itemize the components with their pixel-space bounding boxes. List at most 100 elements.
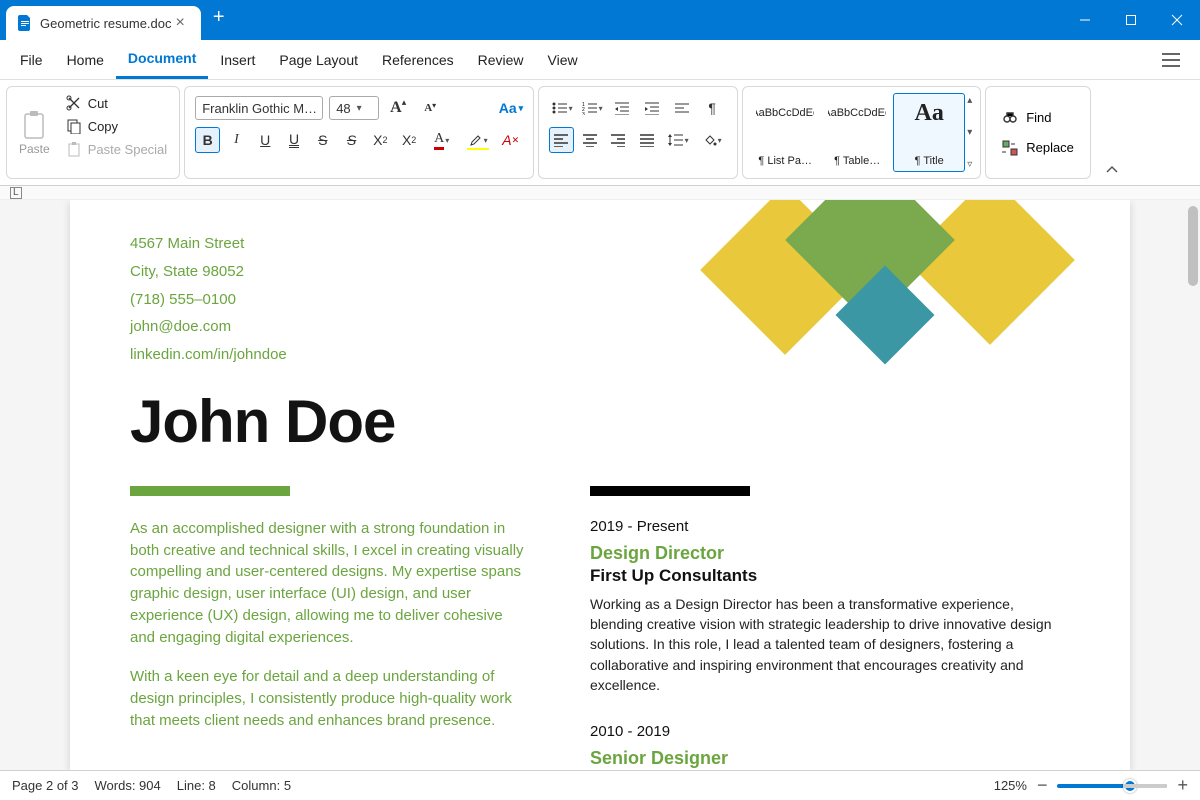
style-table[interactable]: AaBbCcDdEe ¶ Table… [821,93,893,172]
summary-paragraph-1: As an accomplished designer with a stron… [130,518,530,649]
paragraph-group: ▾ 123▾ ¶ ▾ ▾ [538,86,738,179]
zoom-out-button[interactable]: − [1037,775,1048,796]
close-tab-icon[interactable]: × [172,14,189,32]
highlight-button[interactable]: ▾ [462,127,494,153]
justify-button[interactable] [635,127,659,153]
zoom-slider[interactable] [1057,784,1167,788]
bucket-icon [703,133,717,147]
summary-paragraph-2: With a keen eye for detail and a deep un… [130,666,530,731]
menu-references[interactable]: References [370,46,466,74]
job-title: Senior Designer [590,748,1070,769]
underline-button[interactable]: U [253,127,278,153]
clipboard-group: Paste Cut Copy Paste Special [6,86,180,179]
styles-group: AaBbCcDdEe ¶ List Pa… AaBbCcDdEe ¶ Table… [742,86,981,179]
black-divider [590,486,750,496]
document-area[interactable]: 4567 Main Street City, State 98052 (718)… [0,200,1200,770]
shading-button[interactable]: ▾ [697,127,727,153]
vertical-scrollbar[interactable] [1188,206,1198,286]
font-size-combo[interactable]: 48▾ [329,96,379,120]
window-controls [1062,0,1200,40]
job-dates: 2010 - 2019 [590,723,1070,740]
status-bar: Page 2 of 3 Words: 904 Line: 8 Column: 5… [0,770,1200,800]
copy-button[interactable]: Copy [60,116,174,136]
double-strikethrough-button[interactable]: S [339,127,364,153]
menu-page-layout[interactable]: Page Layout [267,46,370,74]
status-words[interactable]: Words: 904 [95,778,161,793]
collapse-ribbon-button[interactable] [1095,161,1129,179]
title-bar: Geometric resume.doc × + [0,0,1200,40]
superscript-button[interactable]: X2 [368,127,393,153]
status-line[interactable]: Line: 8 [177,778,216,793]
resume-name-heading: John Doe [130,387,1070,456]
replace-button[interactable]: Replace [1002,140,1074,156]
experience-entry: 2010 - 2019 Senior Designer [590,723,1070,769]
menu-file[interactable]: File [8,46,55,74]
hamburger-icon[interactable] [1150,47,1192,73]
status-page[interactable]: Page 2 of 3 [12,778,79,793]
menu-document[interactable]: Document [116,44,208,79]
document-icon [18,15,32,31]
menu-home[interactable]: Home [55,46,116,74]
experience-entry: 2019 - Present Design Director First Up … [590,518,1070,695]
style-title[interactable]: Aa ¶ Title [893,93,965,172]
pilcrow-button[interactable]: ¶ [699,95,725,121]
ribbon: Paste Cut Copy Paste Special Franklin Go… [0,80,1200,186]
summary-block: As an accomplished designer with a stron… [130,518,530,732]
tab-title: Geometric resume.doc [40,16,172,31]
bold-button[interactable]: B [195,127,220,153]
double-underline-button[interactable]: U [282,127,307,153]
line-spacing-button[interactable]: ▾ [663,127,693,153]
paste-special-icon [66,141,82,157]
paste-icon [21,110,47,140]
menu-view[interactable]: View [536,46,590,74]
geometric-header-graphic [690,200,1110,380]
maximize-button[interactable] [1108,0,1154,40]
minimize-button[interactable] [1062,0,1108,40]
numbering-button[interactable]: 123▾ [579,95,605,121]
cut-button[interactable]: Cut [60,93,174,113]
align-center-button[interactable] [578,127,602,153]
replace-icon [1002,140,1018,156]
change-case-button[interactable]: Aa▾ [499,100,523,116]
increase-indent-button[interactable] [639,95,665,121]
zoom-slider-thumb[interactable] [1123,779,1137,793]
tab-stop-marker[interactable]: L [10,187,22,199]
document-tab[interactable]: Geometric resume.doc × [6,6,201,40]
zoom-in-button[interactable]: + [1177,775,1188,796]
font-group: Franklin Gothic M…▾ 48▾ A▴ A▾ Aa▾ B I U … [184,86,534,179]
highlight-icon [469,133,483,147]
menu-review[interactable]: Review [466,46,536,74]
page: 4567 Main Street City, State 98052 (718)… [70,200,1130,770]
zoom-level[interactable]: 125% [994,778,1027,793]
close-window-button[interactable] [1154,0,1200,40]
job-title: Design Director [590,543,1070,564]
styles-scroll[interactable]: ▴▾▿ [965,93,974,172]
bullets-button[interactable]: ▾ [549,95,575,121]
align-left-button[interactable] [549,127,574,153]
paste-button[interactable]: Paste [13,93,56,172]
strikethrough-button[interactable]: S [310,127,335,153]
binoculars-icon [1002,110,1018,126]
grow-font-button[interactable]: A▴ [385,95,411,121]
find-button[interactable]: Find [1002,110,1074,126]
ruler[interactable]: L [0,186,1200,200]
align-right-button[interactable] [606,127,630,153]
decrease-indent-button[interactable] [609,95,635,121]
status-column[interactable]: Column: 5 [232,778,291,793]
italic-button[interactable]: I [224,127,249,153]
clear-formatting-button[interactable]: A✕ [498,127,523,153]
menu-insert[interactable]: Insert [208,46,267,74]
menu-bar: File Home Document Insert Page Layout Re… [0,40,1200,80]
paste-special-button[interactable]: Paste Special [60,139,174,159]
subscript-button[interactable]: X2 [397,127,422,153]
font-color-button[interactable]: A▾ [426,127,458,153]
green-divider [130,486,290,496]
new-tab-button[interactable]: + [201,6,237,35]
ltr-button[interactable] [669,95,695,121]
shrink-font-button[interactable]: A▾ [417,95,443,121]
svg-text:3: 3 [582,112,585,115]
copy-icon [66,118,82,134]
font-name-combo[interactable]: Franklin Gothic M…▾ [195,96,323,120]
style-list-paragraph[interactable]: AaBbCcDdEe ¶ List Pa… [749,93,821,172]
scissors-icon [66,95,82,111]
